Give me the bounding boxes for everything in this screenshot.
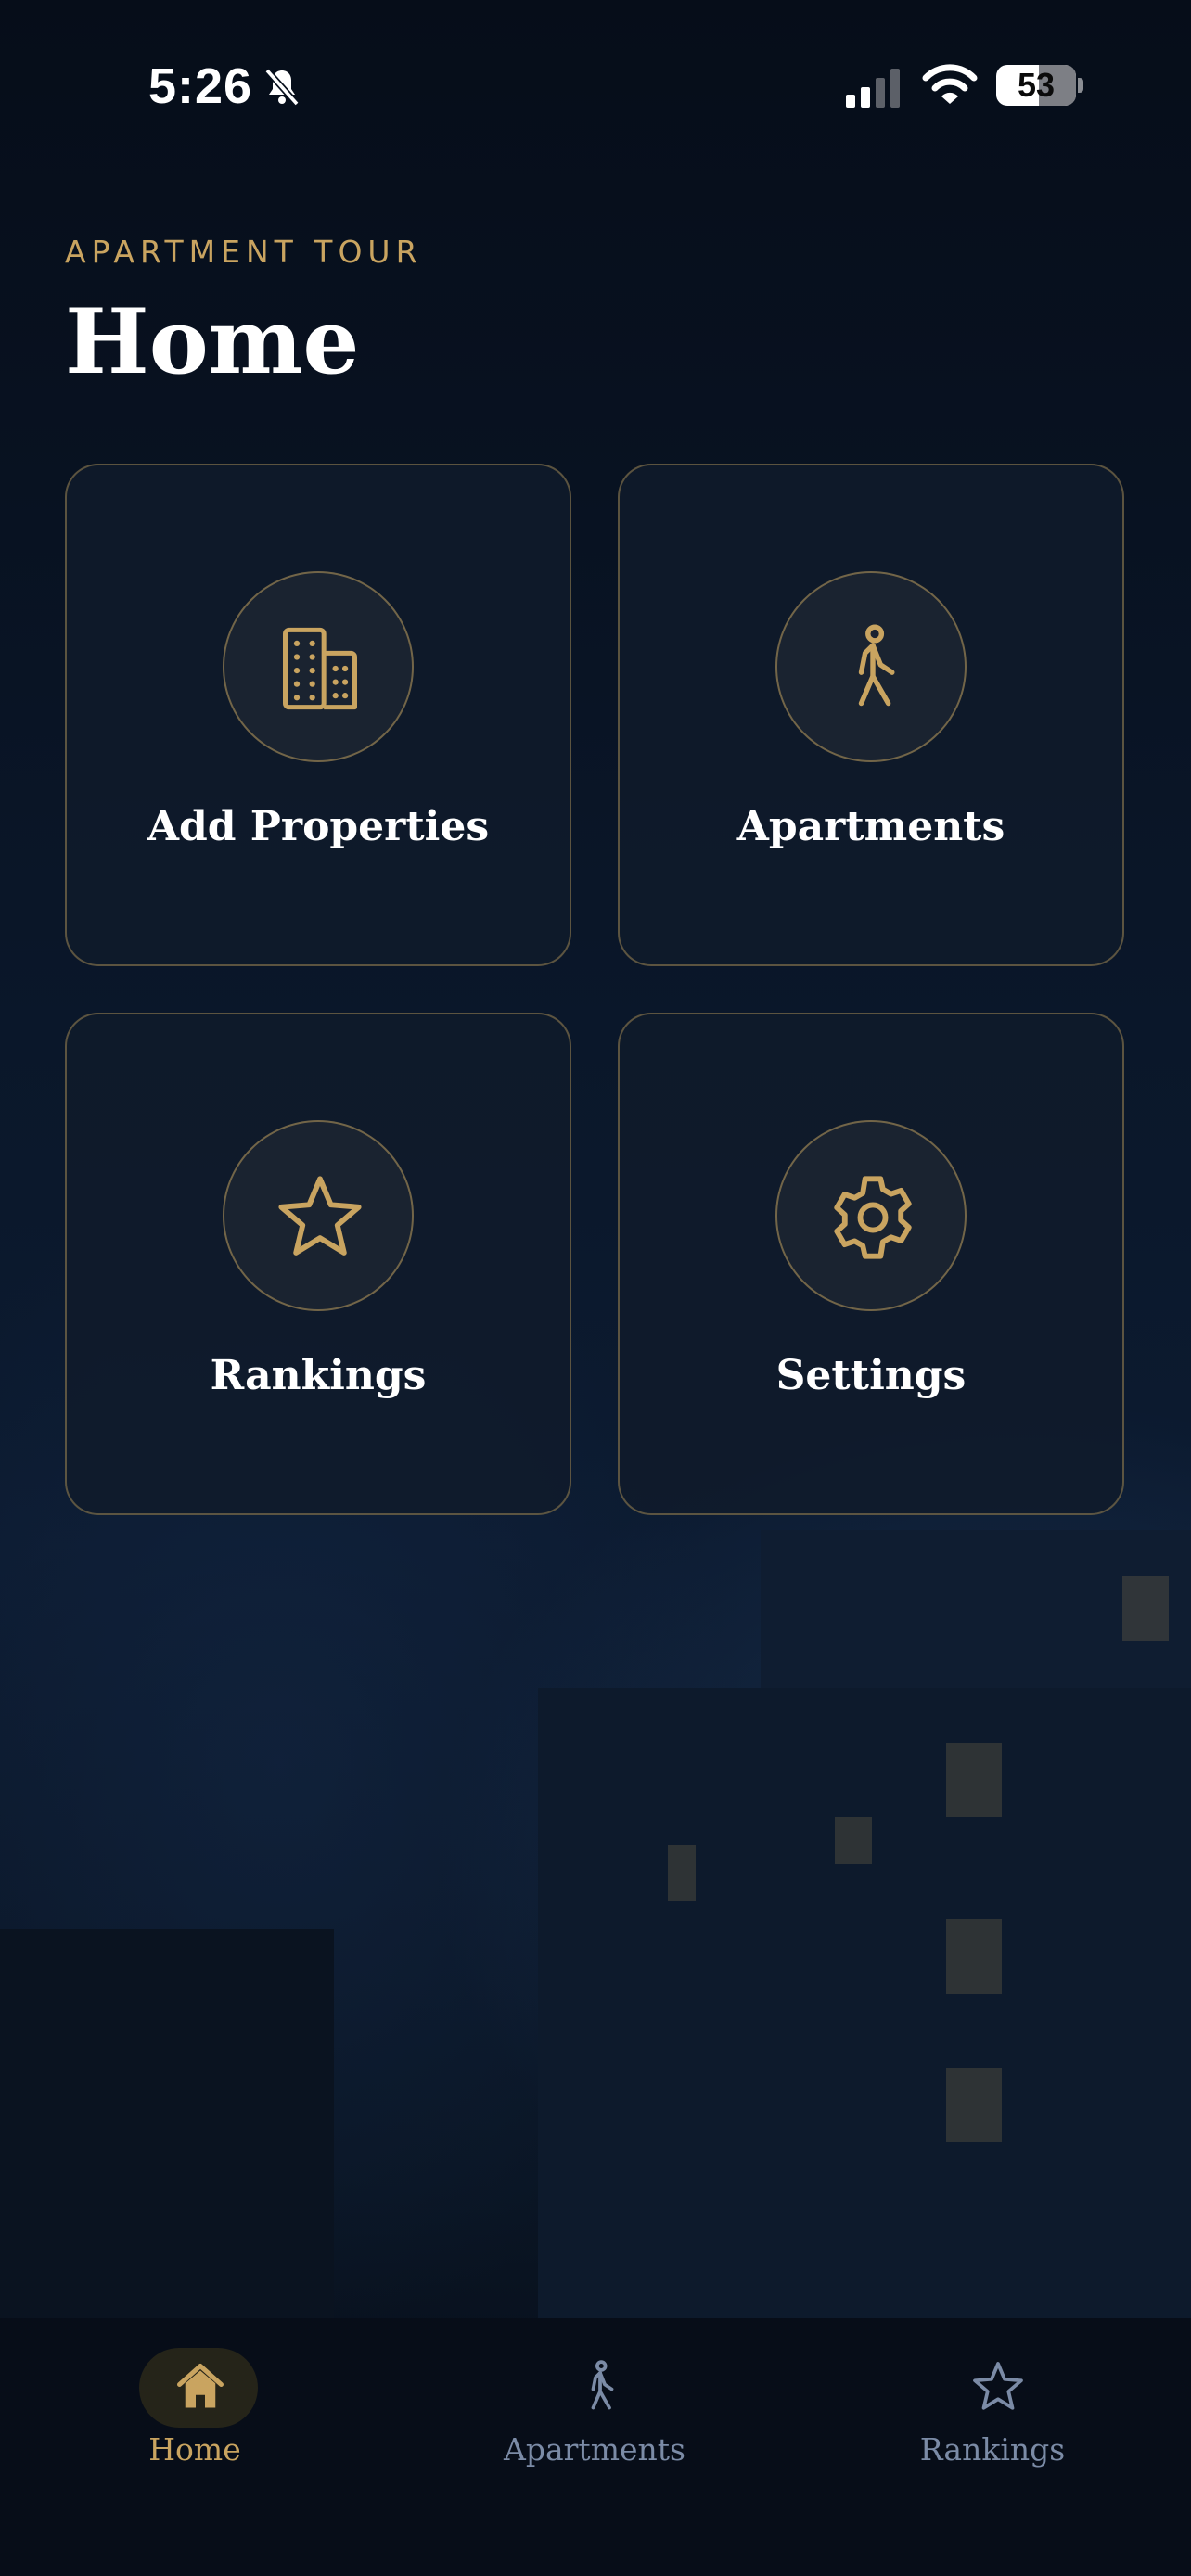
card-icon-circle (775, 571, 967, 762)
status-bar: 5:26 53 (0, 0, 1191, 167)
cellular-signal-icon (846, 69, 900, 108)
tab-apartments[interactable]: Apartments (474, 2346, 715, 2476)
status-time: 5:26 (148, 58, 253, 114)
house-icon (177, 2364, 224, 2408)
tab-label: Apartments (504, 2431, 685, 2468)
settings-card[interactable]: Settings (618, 1013, 1124, 1515)
apartments-card[interactable]: Apartments (618, 464, 1124, 966)
building-icon (283, 627, 357, 710)
card-label: Apartments (736, 803, 1005, 850)
tab-rankings[interactable]: Rankings (872, 2346, 1113, 2476)
battery-icon: 53 (996, 65, 1076, 106)
star-icon (973, 2362, 1023, 2410)
add-properties-card[interactable]: Add Properties (65, 464, 571, 966)
page-eyebrow: APARTMENT TOUR (65, 234, 423, 270)
battery-cap (1078, 78, 1083, 93)
silent-bell-icon (264, 68, 300, 107)
card-icon-circle (223, 571, 414, 762)
tab-label: Home (148, 2431, 241, 2468)
card-label: Add Properties (147, 803, 490, 850)
card-label: Settings (775, 1352, 967, 1399)
wifi-icon (922, 64, 978, 104)
star-icon (278, 1176, 362, 1256)
page-title: Home (65, 289, 360, 394)
walking-person-icon (858, 624, 895, 707)
walking-person-icon (591, 2360, 614, 2410)
battery-level: 53 (1017, 66, 1056, 104)
card-label: Rankings (210, 1352, 427, 1399)
rankings-card[interactable]: Rankings (65, 1013, 571, 1515)
card-icon-circle (775, 1120, 967, 1311)
card-icon-circle (223, 1120, 414, 1311)
tab-label: Rankings (919, 2431, 1066, 2468)
tab-home[interactable]: Home (74, 2346, 315, 2476)
gear-icon (834, 1176, 912, 1259)
